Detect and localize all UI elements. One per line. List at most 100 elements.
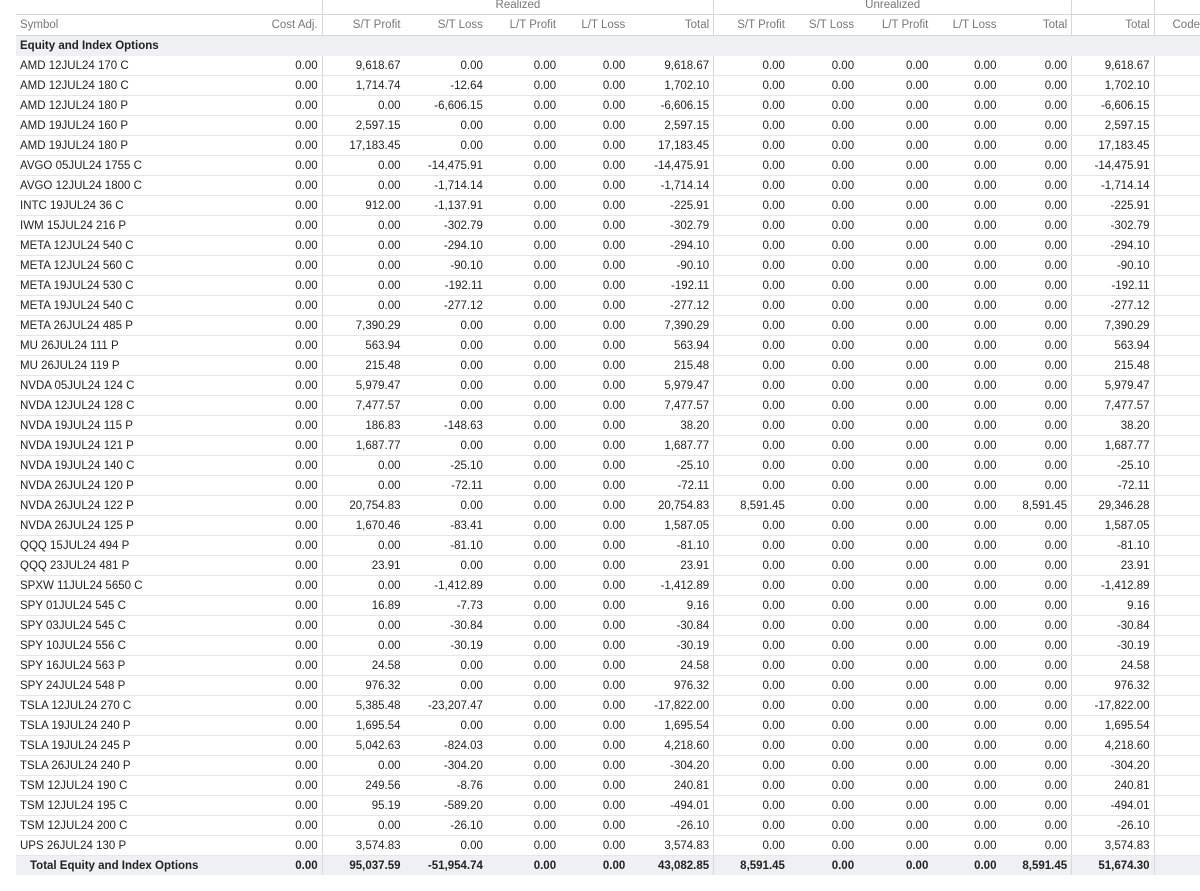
- table-row[interactable]: NVDA 05JUL24 124 C 0.00 5,979.47 0.00 0.00 0.…: [16, 375, 1200, 396]
- table-row[interactable]: SPY 10JUL24 556 C 0.00 0.00 -30.19 0.00 0.00-…: [16, 635, 1200, 656]
- cell-realized-total: 17,183.45: [629, 135, 715, 156]
- cell-realized-lt-loss: 0.00: [560, 235, 630, 256]
- cell-unrealized-st-loss: 0.00: [788, 315, 859, 336]
- cell-unrealized-lt-loss: 0.00: [932, 195, 1001, 216]
- cell-unrealized-st-loss: 0.00: [788, 835, 859, 856]
- table-row[interactable]: SPY 16JUL24 563 P 0.00 24.58 0.00 0.00 0.00 24…: [16, 655, 1200, 676]
- table-row[interactable]: AVGO 12JUL24 1800 C 0.00 0.00 -1,714.14 0.00…: [16, 175, 1200, 196]
- cell-symbol: NVDA 19JUL24 140 C: [16, 455, 247, 476]
- col-header-realized-lt-loss[interactable]: L/T Loss: [560, 14, 630, 36]
- table-row[interactable]: TSM 12JUL24 200 C 0.00 0.00 -26.10 0.00 0.00-…: [16, 815, 1200, 836]
- col-header-cost-adj[interactable]: Cost Adj.: [246, 14, 323, 36]
- table-row[interactable]: AMD 12JUL24 170 C 0.00 9,618.67 0.00 0.00 0.0…: [16, 56, 1200, 76]
- table-row[interactable]: TSLA 19JUL24 245 P 0.00 5,042.63 -824.03 0.0…: [16, 735, 1200, 756]
- table-row[interactable]: QQQ 15JUL24 494 P 0.00 0.00 -81.10 0.00 0.00-…: [16, 535, 1200, 556]
- table-row[interactable]: META 19JUL24 540 C 0.00 0.00 -277.12 0.00 0.0…: [16, 295, 1200, 316]
- table-row[interactable]: NVDA 26JUL24 120 P 0.00 0.00 -72.11 0.00 0.00…: [16, 475, 1200, 496]
- cell-total: -277.12: [1071, 295, 1155, 316]
- table-row[interactable]: NVDA 19JUL24 140 C 0.00 0.00 -25.10 0.00 0.00…: [16, 455, 1200, 476]
- table-row[interactable]: AMD 19JUL24 180 P 0.00 17,183.45 0.00 0.00 0.…: [16, 135, 1200, 156]
- col-header-symbol[interactable]: Symbol: [16, 14, 247, 36]
- col-header-realized-lt-profit[interactable]: L/T Profit: [486, 14, 561, 36]
- cell-unrealized-st-profit: 0.00: [713, 275, 789, 296]
- cell-realized-lt-profit: 0.00: [486, 375, 561, 396]
- table-row[interactable]: SPY 03JUL24 545 C 0.00 0.00 -30.84 0.00 0.00-…: [16, 615, 1200, 636]
- cell-realized-st-profit: 3,574.83: [322, 835, 405, 856]
- cell-cost-adj: 0.00: [246, 495, 323, 516]
- table-row[interactable]: META 26JUL24 485 P 0.00 7,390.29 0.00 0.00 0.…: [16, 315, 1200, 336]
- col-header-unrealized-st-loss[interactable]: S/T Loss: [788, 14, 859, 36]
- cell-unrealized-st-loss: 0.00: [788, 335, 859, 356]
- table-row[interactable]: TSLA 12JUL24 270 C 0.00 5,385.48 -23,207.47…: [16, 695, 1200, 716]
- col-header-realized-st-loss[interactable]: S/T Loss: [404, 14, 487, 36]
- cell-unrealized-st-profit: 8,591.45: [713, 855, 789, 875]
- cell-realized-st-profit: 0.00: [322, 755, 405, 776]
- col-header-unrealized-lt-profit[interactable]: L/T Profit: [858, 14, 933, 36]
- cell-symbol: INTC 19JUL24 36 C: [16, 195, 247, 216]
- cell-realized-total: -6,606.15: [629, 95, 715, 116]
- table-row[interactable]: SPY 24JUL24 548 P 0.00 976.32 0.00 0.00 0.00 9…: [16, 675, 1200, 696]
- table-row[interactable]: IWM 15JUL24 216 P 0.00 0.00 -302.79 0.00 0.00…: [16, 215, 1200, 236]
- table-row[interactable]: META 12JUL24 540 C 0.00 0.00 -294.10 0.00 0.0…: [16, 235, 1200, 256]
- cell-realized-total: -277.12: [629, 295, 715, 316]
- table-row[interactable]: SPY 01JUL24 545 C 0.00 16.89 -7.73 0.00 0.00 9…: [16, 595, 1200, 616]
- cell-realized-lt-loss: 0.00: [560, 335, 630, 356]
- table-row[interactable]: MU 26JUL24 119 P 0.00 215.48 0.00 0.00 0.00 21…: [16, 355, 1200, 376]
- table-row[interactable]: AMD 12JUL24 180 P 0.00 0.00 -6,606.15 0.00 0.…: [16, 95, 1200, 116]
- table-row[interactable]: INTC 19JUL24 36 C 0.00 912.00 -1,137.91 0.00…: [16, 195, 1200, 216]
- table-row[interactable]: AMD 12JUL24 180 C 0.00 1,714.74 -12.64 0.00 0…: [16, 75, 1200, 96]
- table-row[interactable]: AVGO 05JUL24 1755 C 0.00 0.00 -14,475.91 0.0…: [16, 155, 1200, 176]
- cell-realized-lt-profit: 0.00: [486, 56, 561, 76]
- table-row[interactable]: SPXW 11JUL24 5650 C 0.00 0.00 -1,412.89 0.00…: [16, 575, 1200, 596]
- table-row[interactable]: TSM 12JUL24 190 C 0.00 249.56 -8.76 0.00 0.00…: [16, 775, 1200, 796]
- cell-unrealized-st-profit: 0.00: [713, 835, 789, 856]
- col-header-total[interactable]: Total: [1071, 14, 1155, 36]
- cell-realized-st-profit: 16.89: [322, 595, 405, 616]
- cell-code: [1154, 415, 1200, 436]
- cell-realized-lt-loss: 0.00: [560, 655, 630, 676]
- table-row[interactable]: UPS 26JUL24 130 P 0.00 3,574.83 0.00 0.00 0.0…: [16, 835, 1200, 856]
- table-row[interactable]: NVDA 19JUL24 121 P 0.00 1,687.77 0.00 0.00 0.…: [16, 435, 1200, 456]
- col-header-code[interactable]: Code: [1154, 14, 1200, 36]
- cell-total: 51,674.30: [1071, 855, 1155, 875]
- table-row[interactable]: NVDA 26JUL24 125 P 0.00 1,670.46 -83.41 0.00…: [16, 515, 1200, 536]
- cell-unrealized-total: 0.00: [1000, 56, 1073, 76]
- cell-unrealized-st-loss: 0.00: [788, 675, 859, 696]
- table-row[interactable]: MU 26JUL24 111 P 0.00 563.94 0.00 0.00 0.00 56…: [16, 335, 1200, 356]
- col-header-realized-st-profit[interactable]: S/T Profit: [322, 14, 405, 36]
- table-row[interactable]: QQQ 23JUL24 481 P 0.00 23.91 0.00 0.00 0.00 23…: [16, 555, 1200, 576]
- col-header-unrealized-total[interactable]: Total: [1000, 14, 1073, 36]
- cell-cost-adj: 0.00: [246, 215, 323, 236]
- table-row[interactable]: TSLA 19JUL24 240 P 0.00 1,695.54 0.00 0.00 0.…: [16, 715, 1200, 736]
- cell-symbol: META 19JUL24 530 C: [16, 275, 247, 296]
- cell-unrealized-st-profit: 0.00: [713, 75, 789, 96]
- cell-unrealized-lt-profit: 0.00: [858, 395, 933, 416]
- cell-code: [1154, 555, 1200, 576]
- table-row[interactable]: TSM 12JUL24 195 C 0.00 95.19 -589.20 0.00 0.0…: [16, 795, 1200, 816]
- cell-realized-total: 1,702.10: [629, 75, 715, 96]
- table-row[interactable]: META 12JUL24 560 C 0.00 0.00 -90.10 0.00 0.00…: [16, 255, 1200, 276]
- col-header-unrealized-st-profit[interactable]: S/T Profit: [713, 14, 789, 36]
- table-row[interactable]: NVDA 26JUL24 122 P 0.00 20,754.83 0.00 0.00 0…: [16, 495, 1200, 516]
- cell-realized-lt-loss: 0.00: [560, 535, 630, 556]
- cell-realized-lt-loss: 0.00: [560, 295, 630, 316]
- cell-realized-total: 5,979.47: [629, 375, 715, 396]
- table-row[interactable]: META 19JUL24 530 C 0.00 0.00 -192.11 0.00 0.0…: [16, 275, 1200, 296]
- table-row[interactable]: NVDA 12JUL24 128 C 0.00 7,477.57 0.00 0.00 0.…: [16, 395, 1200, 416]
- cell-unrealized-lt-profit: 0.00: [858, 275, 933, 296]
- col-header-realized-total[interactable]: Total: [629, 14, 715, 36]
- cell-unrealized-st-profit: 0.00: [713, 735, 789, 756]
- cell-realized-st-loss: 0.00: [404, 435, 487, 456]
- col-header-unrealized-lt-loss[interactable]: L/T Loss: [932, 14, 1001, 36]
- cell-cost-adj: 0.00: [246, 635, 323, 656]
- cell-code: [1154, 635, 1200, 656]
- cell-symbol: NVDA 19JUL24 121 P: [16, 435, 247, 456]
- table-row[interactable]: NVDA 19JUL24 115 P 0.00 186.83 -148.63 0.00 0…: [16, 415, 1200, 436]
- total-row[interactable]: Total Equity and Index Options 0.00 95,037…: [16, 855, 1200, 875]
- cell-realized-lt-profit: 0.00: [486, 175, 561, 196]
- table-row[interactable]: AMD 19JUL24 160 P 0.00 2,597.15 0.00 0.00 0.0…: [16, 115, 1200, 136]
- table-row[interactable]: TSLA 26JUL24 240 P 0.00 0.00 -304.20 0.00 0.0…: [16, 755, 1200, 776]
- cell-total: 5,979.47: [1071, 375, 1155, 396]
- cell-cost-adj: 0.00: [246, 395, 323, 416]
- cell-realized-st-loss: 0.00: [404, 335, 487, 356]
